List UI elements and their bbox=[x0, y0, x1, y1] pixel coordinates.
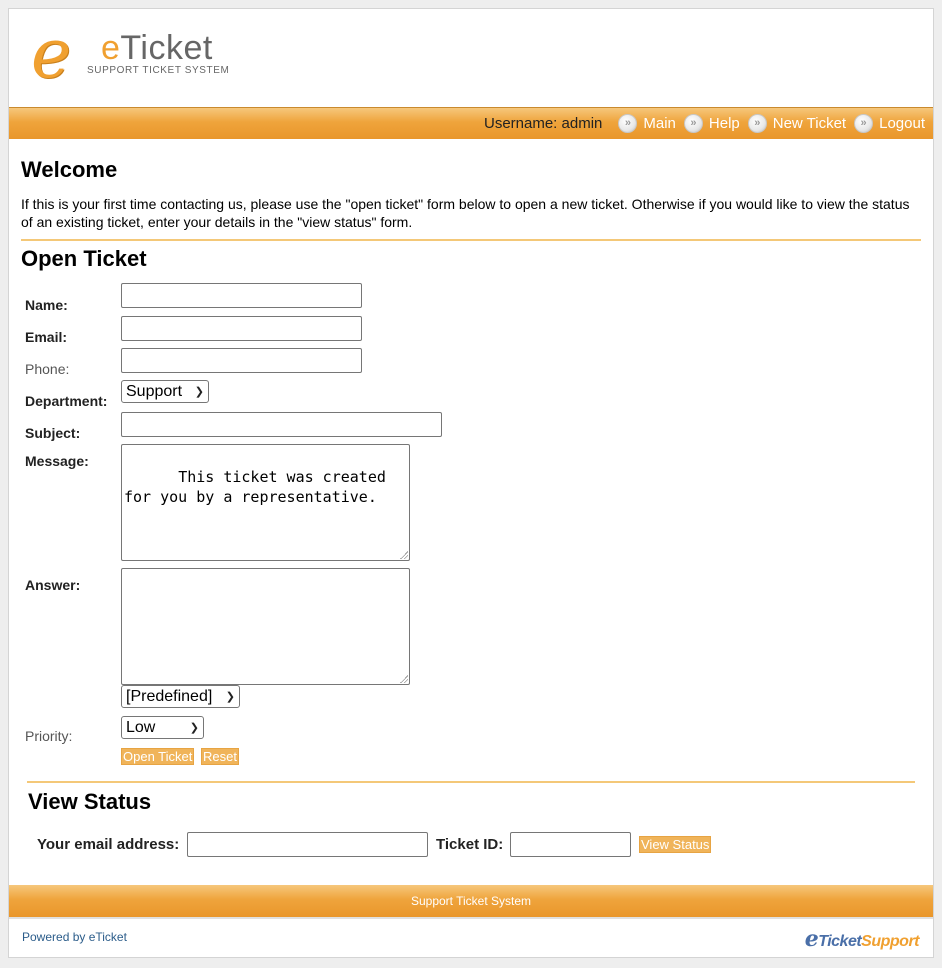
chevron-down-icon: ❯ bbox=[189, 722, 199, 734]
subject-label: Subject: bbox=[25, 425, 81, 441]
ticket-id-input[interactable] bbox=[510, 832, 631, 857]
footer-divider bbox=[9, 917, 933, 919]
answer-textarea[interactable] bbox=[121, 568, 410, 685]
nav-link-label: Logout bbox=[879, 115, 925, 132]
subject-input[interactable] bbox=[121, 412, 442, 437]
priority-select[interactable]: Low ❯ bbox=[121, 716, 204, 739]
name-label: Name: bbox=[25, 297, 68, 313]
eticket-logo[interactable]: e eTicket SUPPORT TICKET SYSTEM bbox=[31, 21, 261, 99]
double-chevron-right-icon: » bbox=[747, 114, 767, 133]
double-chevron-right-icon: » bbox=[854, 114, 874, 133]
logo-e-mark: e bbox=[31, 15, 72, 94]
nav-link-logout[interactable]: » Logout bbox=[854, 114, 925, 133]
footer-bar: Support Ticket System bbox=[9, 885, 933, 917]
nav-link-help[interactable]: » Help bbox=[683, 114, 740, 133]
department-select-value: Support bbox=[126, 382, 183, 400]
footer-logo-ticket: Ticket bbox=[818, 933, 862, 950]
status-email-label: Your email address: bbox=[37, 836, 180, 853]
section-divider bbox=[21, 239, 921, 241]
priority-select-value: Low bbox=[126, 718, 156, 736]
double-chevron-right-icon: » bbox=[618, 114, 638, 133]
department-label: Department: bbox=[25, 393, 108, 409]
nav-link-main[interactable]: » Main bbox=[618, 114, 676, 133]
double-chevron-right-icon: » bbox=[683, 114, 703, 133]
resize-grip-icon[interactable] bbox=[400, 551, 408, 559]
open-ticket-button[interactable]: Open Ticket bbox=[121, 748, 195, 765]
priority-label: Priority: bbox=[25, 728, 73, 744]
resize-grip-icon[interactable] bbox=[400, 675, 408, 683]
predefined-select[interactable]: [Predefined] ❯ bbox=[121, 685, 240, 708]
phone-input[interactable] bbox=[121, 348, 362, 373]
welcome-text: If this is your first time contacting us… bbox=[21, 196, 910, 230]
logo-title-rest: Ticket bbox=[120, 29, 213, 67]
eticket-support-logo[interactable]: eTicketSupport bbox=[804, 926, 920, 952]
chevron-down-icon: ❯ bbox=[194, 386, 204, 398]
nav-link-label: New Ticket bbox=[772, 115, 847, 132]
name-input[interactable] bbox=[121, 283, 362, 308]
logo-title: eTicket bbox=[101, 31, 213, 65]
predefined-select-value: [Predefined] bbox=[126, 687, 213, 705]
nav-link-label: Help bbox=[708, 115, 740, 132]
message-text: This ticket was created for you by a rep… bbox=[124, 468, 395, 506]
answer-label: Answer: bbox=[25, 577, 81, 593]
phone-label: Phone: bbox=[25, 361, 70, 377]
nav-link-label: Main bbox=[643, 115, 676, 132]
view-status-title: View Status bbox=[28, 789, 152, 814]
welcome-title: Welcome bbox=[21, 157, 118, 182]
footer-logo-support: Support bbox=[861, 933, 919, 950]
department-select[interactable]: Support ❯ bbox=[121, 380, 209, 403]
footer-logo-e: e bbox=[804, 926, 819, 952]
ticket-id-label: Ticket ID: bbox=[436, 836, 504, 853]
open-ticket-title: Open Ticket bbox=[21, 246, 147, 271]
powered-by-link[interactable]: Powered by eTicket bbox=[22, 930, 127, 944]
chevron-down-icon: ❯ bbox=[225, 691, 235, 703]
logo-title-accent: e bbox=[101, 29, 121, 67]
message-textarea[interactable]: This ticket was created for you by a rep… bbox=[121, 444, 410, 561]
reset-button[interactable]: Reset bbox=[201, 748, 239, 765]
email-label: Email: bbox=[25, 329, 68, 345]
section-divider bbox=[27, 781, 915, 783]
logo-subtitle: SUPPORT TICKET SYSTEM bbox=[87, 65, 230, 76]
nav-link-new-ticket[interactable]: » New Ticket bbox=[747, 114, 847, 133]
page-container: e eTicket SUPPORT TICKET SYSTEM Username… bbox=[8, 8, 934, 958]
status-email-input[interactable] bbox=[187, 832, 428, 857]
message-label: Message: bbox=[25, 453, 89, 469]
email-input[interactable] bbox=[121, 316, 362, 341]
top-nav-bar: Username: admin » Main » Help » New Tick… bbox=[9, 107, 933, 139]
header: e eTicket SUPPORT TICKET SYSTEM bbox=[9, 9, 933, 107]
username-display: Username: admin bbox=[483, 115, 603, 132]
view-status-button[interactable]: View Status bbox=[639, 836, 712, 853]
